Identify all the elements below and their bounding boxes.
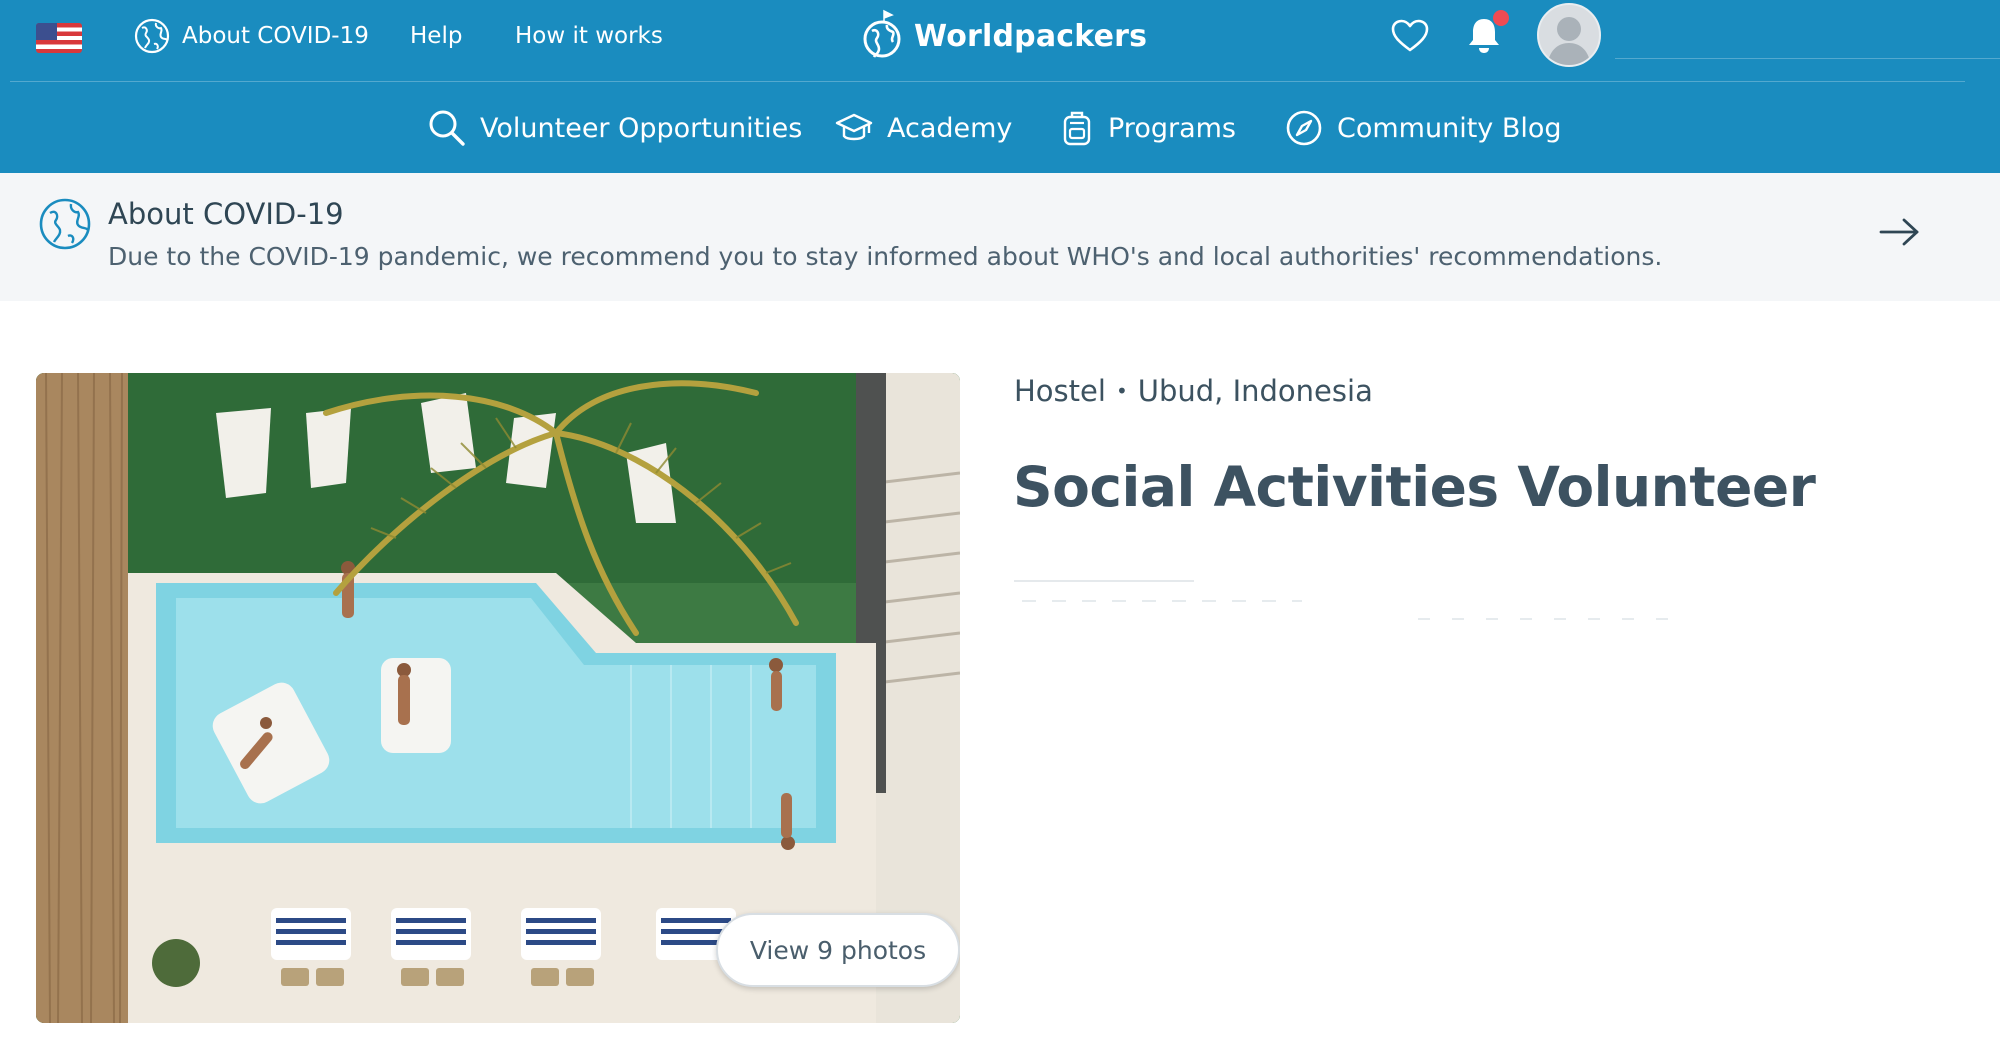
listing-type: Hostel: [1014, 374, 1106, 408]
nav-item-programs[interactable]: Programs: [1060, 108, 1236, 148]
divider: [1615, 58, 2000, 59]
nav-item-volunteer-opportunities[interactable]: Volunteer Opportunities: [428, 108, 802, 148]
header-divider: [10, 81, 1965, 82]
how-it-works-label: How it works: [515, 23, 663, 49]
listing-meta: Hostel • Ubud, Indonesia: [1014, 374, 1373, 408]
search-icon: [429, 110, 465, 146]
main-nav: Volunteer Opportunities Academy Programs: [0, 90, 2000, 168]
listing-photo[interactable]: View 9 photos: [36, 373, 960, 1023]
notification-badge: [1493, 10, 1509, 26]
nav-label-academy: Academy: [887, 112, 1013, 144]
help-label: Help: [410, 23, 463, 49]
banner-text: Due to the COVID-19 pandemic, we recomme…: [108, 242, 1663, 271]
top-bar: About COVID-19 Help How it works Worldpa…: [0, 0, 2000, 80]
heart-icon[interactable]: [1390, 16, 1430, 56]
help-link[interactable]: Help: [410, 18, 462, 54]
globe-icon: [134, 18, 170, 54]
backpack-icon: [1063, 111, 1091, 146]
banner-title: About COVID-19: [108, 197, 344, 231]
nav-item-community-blog[interactable]: Community Blog: [1285, 108, 1562, 148]
globe-icon: [39, 198, 91, 250]
how-it-works-link[interactable]: How it works: [515, 18, 663, 54]
nav-item-academy[interactable]: Academy: [835, 108, 1012, 148]
covid-banner[interactable]: About COVID-19 Due to the COVID-19 pande…: [0, 173, 2000, 301]
nav-label-community-blog: Community Blog: [1337, 112, 1562, 144]
meta-separator: •: [1115, 379, 1128, 403]
title-divider: [1014, 580, 1194, 582]
listing-location[interactable]: Ubud, Indonesia: [1138, 374, 1373, 408]
bell-icon[interactable]: [1463, 10, 1509, 56]
about-covid-label: About COVID-19: [182, 23, 369, 49]
us-flag-icon[interactable]: [36, 23, 82, 53]
compass-icon: [1286, 110, 1322, 146]
nav-label-programs: Programs: [1108, 112, 1236, 144]
nav-label-volunteer-opportunities: Volunteer Opportunities: [480, 112, 803, 144]
globe-logo-icon: [863, 9, 901, 58]
about-covid-link[interactable]: About COVID-19: [134, 18, 369, 54]
arrow-right-icon[interactable]: [1878, 215, 1922, 249]
loading-placeholder: [1022, 600, 1302, 602]
avatar[interactable]: [1537, 3, 1601, 67]
brand-name: Worldpackers: [914, 18, 1148, 54]
listing-title: Social Activities Volunteer: [1013, 455, 1816, 519]
site-header: About COVID-19 Help How it works Worldpa…: [0, 0, 2000, 173]
loading-placeholder: [1418, 618, 1678, 620]
graduation-cap-icon: [835, 113, 873, 141]
view-photos-button[interactable]: View 9 photos: [716, 913, 960, 987]
brand-logo[interactable]: Worldpackers: [862, 8, 1147, 64]
